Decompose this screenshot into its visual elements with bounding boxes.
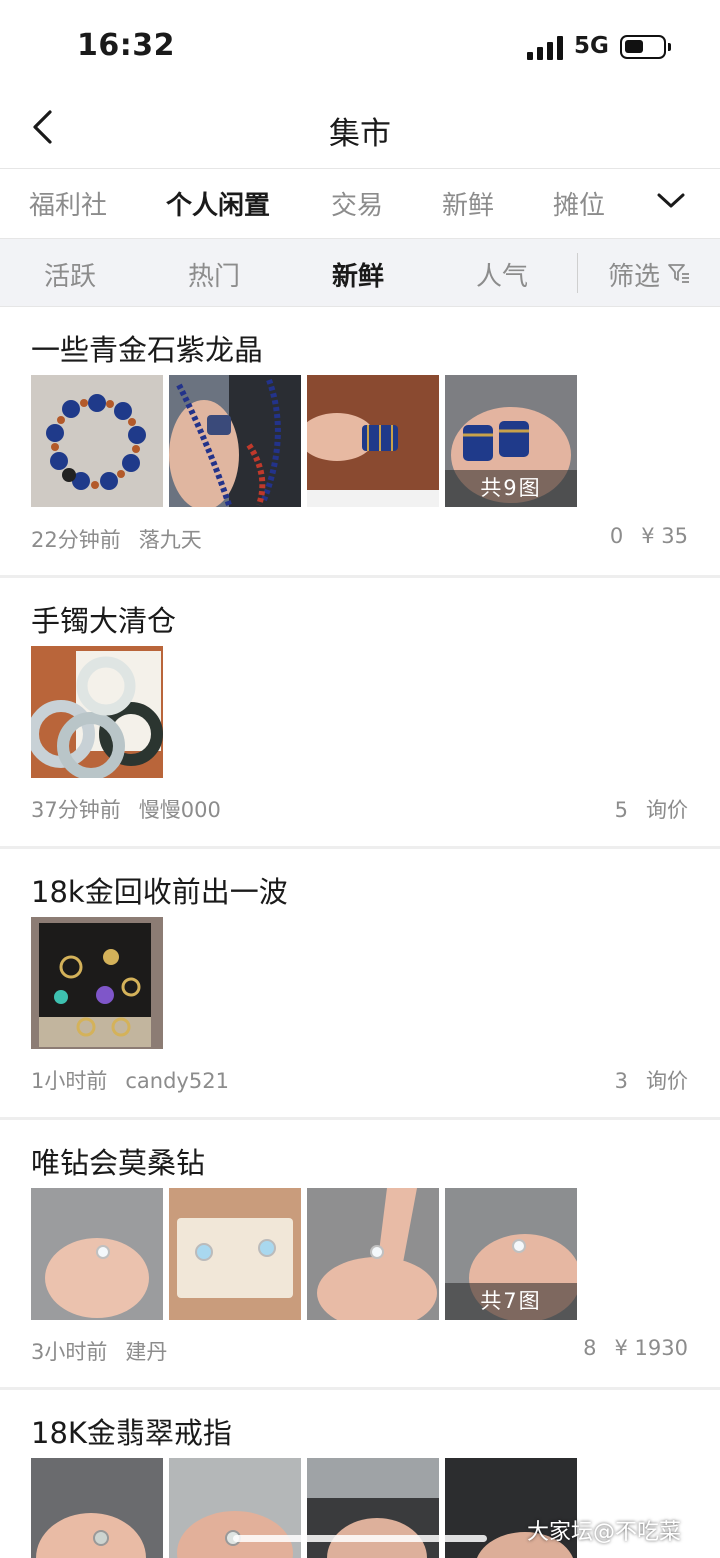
post-price: ¥ 35: [641, 524, 688, 548]
post-image[interactable]: [31, 1188, 163, 1320]
tab-fresh[interactable]: 新鲜: [442, 185, 494, 222]
nav-bar: 集市: [0, 92, 720, 169]
post-title: 手镯大清仓: [31, 604, 177, 638]
post-image[interactable]: [31, 917, 163, 1049]
post-author[interactable]: 建丹: [125, 1340, 167, 1364]
filter-button[interactable]: 筛选: [608, 256, 660, 293]
home-indicator[interactable]: [233, 1535, 487, 1542]
post-meta: 1小时前 candy521: [31, 1065, 229, 1095]
post-image[interactable]: [307, 375, 439, 507]
tab-fulishe[interactable]: 福利社: [29, 185, 107, 222]
network-label: 5G: [574, 33, 609, 59]
reply-count: 3: [614, 1069, 628, 1093]
tab-stall[interactable]: 摊位: [553, 185, 605, 222]
post-price: ¥ 1930: [614, 1336, 688, 1360]
sort-fresh[interactable]: 新鲜: [332, 256, 384, 293]
post-image[interactable]: 共7图: [445, 1188, 577, 1320]
post-price: 询价: [646, 1069, 688, 1093]
post-meta: 22分钟前 落九天: [31, 524, 202, 554]
sort-hot[interactable]: 热门: [188, 256, 240, 293]
post-meta: 37分钟前 慢慢000: [31, 794, 221, 824]
category-tabs: 福利社 个人闲置 交易 新鲜 摊位: [0, 169, 720, 237]
post-card[interactable]: 18k金回收前出一波 1小时前 candy521 3 询价: [0, 849, 720, 1117]
post-stats: 5 询价: [615, 794, 688, 824]
chevron-down-icon: [657, 193, 685, 208]
post-image[interactable]: [169, 1458, 301, 1558]
post-image[interactable]: [31, 1458, 163, 1558]
post-time: 22分钟前: [31, 528, 121, 552]
post-author[interactable]: 慢慢000: [139, 798, 221, 822]
reply-count: 8: [583, 1336, 597, 1360]
post-image[interactable]: [169, 375, 301, 507]
post-image[interactable]: 共9图: [445, 375, 577, 507]
post-card[interactable]: 一些青金石紫龙晶 共9图 22分钟前 落九天 0 ¥ 35: [0, 307, 720, 575]
post-price: 询价: [646, 798, 688, 822]
post-card[interactable]: 手镯大清仓 37分钟前 慢慢000 5 询价: [0, 578, 720, 846]
post-title: 18K金翡翠戒指: [31, 1416, 232, 1450]
post-image[interactable]: [307, 1188, 439, 1320]
post-author[interactable]: candy521: [125, 1069, 229, 1093]
reply-count: 0: [609, 524, 624, 548]
sort-bar: 活跃 热门 新鲜 人气 筛选: [0, 238, 720, 307]
image-count-badge: 共9图: [445, 470, 577, 507]
status-time: 16:32: [77, 28, 175, 63]
tab-trade[interactable]: 交易: [331, 185, 383, 222]
sort-active[interactable]: 活跃: [44, 256, 96, 293]
image-count-badge: 共7图: [445, 1283, 577, 1320]
reply-count: 5: [614, 798, 628, 822]
post-title: 一些青金石紫龙晶: [31, 333, 264, 367]
post-stats: 0 ¥ 35: [610, 524, 688, 548]
sort-divider: [577, 253, 578, 293]
more-tabs-button[interactable]: [655, 188, 687, 214]
signal-icon: [527, 36, 565, 60]
post-time: 37分钟前: [31, 798, 121, 822]
post-image[interactable]: [307, 1458, 439, 1558]
post-meta: 3小时前 建丹: [31, 1336, 167, 1366]
post-image[interactable]: [169, 1188, 301, 1320]
post-image[interactable]: [31, 375, 163, 507]
status-bar: 16:32 5G: [0, 0, 720, 92]
sort-popular[interactable]: 人气: [476, 256, 528, 293]
battery-icon: [620, 35, 671, 59]
watermark: 大家坛@不吃菜: [527, 1520, 682, 1545]
post-time: 1小时前: [31, 1069, 108, 1093]
page-title: 集市: [329, 116, 391, 152]
post-stats: 8 ¥ 1930: [583, 1336, 688, 1360]
tab-personal-idle[interactable]: 个人闲置: [166, 185, 270, 222]
post-image[interactable]: [31, 646, 163, 778]
post-title: 18k金回收前出一波: [31, 875, 288, 909]
post-author[interactable]: 落九天: [139, 528, 202, 552]
post-stats: 3 询价: [615, 1065, 688, 1095]
post-card[interactable]: 唯钻会莫桑钻 共7图 3小时前 建丹 8 ¥ 1930: [0, 1120, 720, 1388]
post-title: 唯钻会莫桑钻: [31, 1146, 206, 1180]
filter-icon: [668, 264, 689, 283]
post-time: 3小时前: [31, 1340, 108, 1364]
